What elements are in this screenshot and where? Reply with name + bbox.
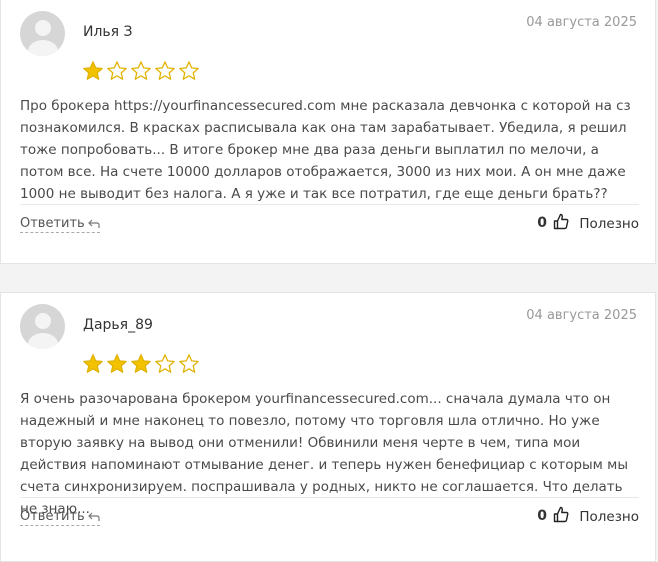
star-filled-icon <box>131 354 151 373</box>
review-date: 04 августа 2025 <box>526 308 637 323</box>
star-empty-icon <box>179 61 199 80</box>
useful-label[interactable]: Полезно <box>579 216 639 232</box>
reply-label: Ответить <box>20 216 85 231</box>
star-empty-icon <box>155 354 175 373</box>
reply-arrow-icon <box>87 219 100 228</box>
review-author: Дарья_89 <box>83 317 153 333</box>
review-card: Дарья_89 04 августа 2025 Я очень разочар… <box>0 292 656 562</box>
avatar <box>20 11 65 56</box>
star-filled-icon <box>107 354 127 373</box>
review-footer: Ответить 0 Полезно <box>20 204 639 239</box>
review-footer: Ответить 0 Полезно <box>20 497 639 532</box>
avatar <box>20 304 65 349</box>
thumbs-up-icon[interactable] <box>553 506 569 523</box>
star-empty-icon <box>107 61 127 80</box>
star-empty-icon <box>179 354 199 373</box>
star-filled-icon <box>83 354 103 373</box>
reviews-page: Илья З 04 августа 2025 Про брокера https… <box>0 0 658 562</box>
star-filled-icon <box>83 61 103 80</box>
review-text: Про брокера https://yourfinancessecured.… <box>20 98 631 202</box>
user-silhouette-icon <box>34 313 51 329</box>
useful-label[interactable]: Полезно <box>579 509 639 525</box>
reply-button[interactable]: Ответить <box>20 216 100 233</box>
reply-button[interactable]: Ответить <box>20 509 100 526</box>
review-card: Илья З 04 августа 2025 Про брокера https… <box>0 0 656 264</box>
star-rating <box>82 60 200 82</box>
star-empty-icon <box>131 61 151 80</box>
review-date: 04 августа 2025 <box>526 15 637 30</box>
like-count: 0 <box>537 215 547 231</box>
user-silhouette-icon <box>34 20 51 36</box>
thumbs-up-icon[interactable] <box>553 213 569 230</box>
reply-arrow-icon <box>87 512 100 521</box>
star-empty-icon <box>155 61 175 80</box>
review-author: Илья З <box>83 24 133 40</box>
reply-label: Ответить <box>20 509 85 524</box>
star-rating <box>82 353 200 375</box>
like-count: 0 <box>537 508 547 524</box>
